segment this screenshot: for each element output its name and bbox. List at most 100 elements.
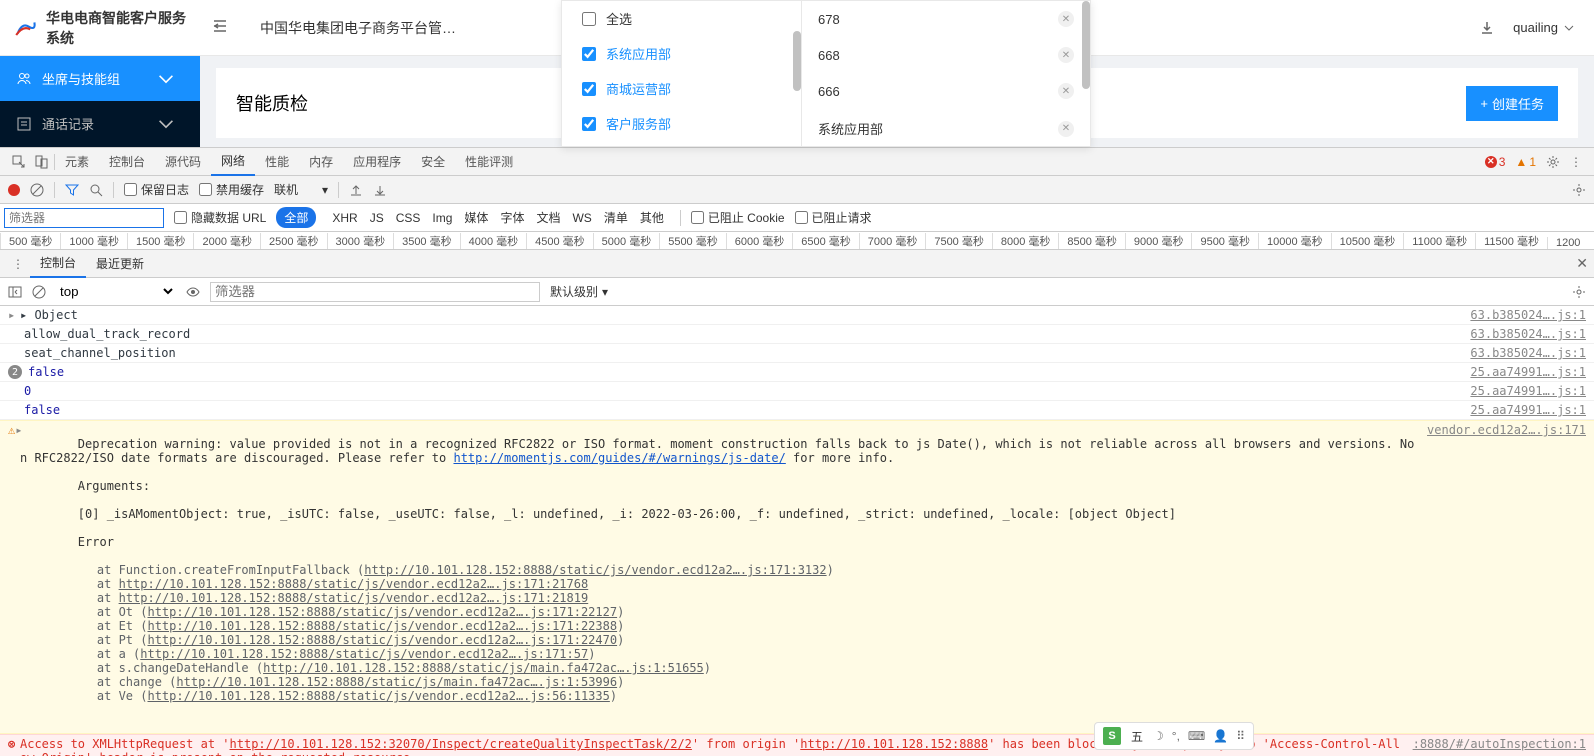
sidebar-item-call-log[interactable]: 通话记录: [0, 101, 200, 146]
link[interactable]: http://10.101.128.152:8888/static/js/mai…: [176, 675, 617, 689]
log-level-select[interactable]: 默认级别 ▾: [550, 283, 608, 300]
devtools-tab-内存[interactable]: 内存: [299, 148, 343, 176]
user-menu[interactable]: quailing: [1513, 20, 1574, 35]
context-select[interactable]: top: [56, 283, 176, 300]
filter-type[interactable]: 其他: [634, 211, 670, 225]
download-icon[interactable]: [373, 183, 387, 197]
devtools-tab-性能评测[interactable]: 性能评测: [455, 148, 523, 176]
clear-console-icon[interactable]: [32, 285, 46, 299]
source-link[interactable]: 25.aa74991….js:1: [1460, 403, 1586, 417]
dropdown-item[interactable]: 商城运营部: [562, 71, 801, 106]
drawer-close-button[interactable]: ✕: [1576, 255, 1588, 272]
moon-icon[interactable]: ☽: [1153, 729, 1164, 743]
record-button[interactable]: [8, 184, 20, 196]
source-link[interactable]: 25.aa74991….js:1: [1460, 384, 1586, 398]
preserve-log-checkbox[interactable]: 保留日志: [124, 181, 189, 198]
download-icon[interactable]: [1479, 20, 1495, 36]
create-task-button[interactable]: + 创建任务: [1466, 86, 1558, 121]
devtools-tab-应用程序[interactable]: 应用程序: [343, 148, 411, 176]
link[interactable]: http://10.101.128.152:8888/static/js/ven…: [119, 591, 589, 605]
network-timeline[interactable]: 500 毫秒1000 毫秒1500 毫秒2000 毫秒2500 毫秒3000 毫…: [0, 232, 1594, 250]
devtools-tab-控制台[interactable]: 控制台: [99, 148, 155, 176]
disable-cache-checkbox[interactable]: 禁用缓存: [199, 181, 264, 198]
source-link[interactable]: 63.b385024….js:1: [1460, 327, 1586, 341]
devtools-tab-源代码[interactable]: 源代码: [155, 148, 211, 176]
grid-icon[interactable]: ⠿: [1236, 729, 1245, 743]
link[interactable]: http://10.101.128.152:8888/static/js/ven…: [147, 619, 617, 633]
device-toggle-icon[interactable]: [34, 155, 48, 169]
drawer-tab[interactable]: 控制台: [30, 250, 86, 278]
more-icon[interactable]: ⋮: [1570, 155, 1582, 169]
ime-toolbar[interactable]: S 五 ☽ °, ⌨ 👤 ⠿: [1094, 722, 1254, 750]
keyboard-icon[interactable]: ⌨: [1188, 729, 1205, 743]
eye-icon[interactable]: [186, 285, 200, 299]
devtools-tab-性能[interactable]: 性能: [255, 148, 299, 176]
link[interactable]: http://10.101.128.152:8888/static/js/ven…: [364, 563, 826, 577]
filter-type[interactable]: CSS: [390, 211, 427, 225]
clear-icon[interactable]: [30, 183, 44, 197]
source-link[interactable]: 63.b385024….js:1: [1460, 346, 1586, 360]
blocked-requests-checkbox[interactable]: 已阻止请求: [795, 209, 872, 226]
link[interactable]: http://10.101.128.152:8888/static/js/ven…: [119, 577, 589, 591]
scrollbar[interactable]: [1082, 1, 1090, 89]
remove-tag-button[interactable]: ✕: [1058, 83, 1074, 99]
upload-icon[interactable]: [349, 183, 363, 197]
warn-count-badge[interactable]: ▲1: [1515, 155, 1536, 169]
gear-icon[interactable]: [1572, 183, 1586, 197]
hide-data-urls-checkbox[interactable]: 隐藏数据 URL: [174, 209, 266, 226]
comma-icon[interactable]: °,: [1172, 729, 1180, 743]
filter-type[interactable]: 清单: [598, 211, 634, 225]
filter-input[interactable]: [4, 208, 164, 228]
source-link[interactable]: 25.aa74991….js:1: [1460, 365, 1586, 379]
person-icon[interactable]: 👤: [1213, 729, 1228, 743]
drawer-tab[interactable]: 最近更新: [86, 250, 154, 278]
devtools-tab-元素[interactable]: 元素: [55, 148, 99, 176]
dropdown-item[interactable]: 系统应用部: [562, 36, 801, 71]
dropdown-item-select-all[interactable]: 全选: [562, 1, 801, 36]
link[interactable]: http://10.101.128.152:8888/static/js/ven…: [147, 689, 609, 703]
sidebar-toggle-icon[interactable]: [8, 285, 22, 299]
inspect-icon[interactable]: [12, 155, 26, 169]
filter-type[interactable]: 字体: [494, 211, 530, 225]
blocked-cookies-checkbox[interactable]: 已阻止 Cookie: [691, 209, 785, 226]
gear-icon[interactable]: [1546, 155, 1560, 169]
filter-type-all[interactable]: 全部: [276, 207, 316, 228]
error-count-badge[interactable]: ✕3: [1485, 155, 1506, 169]
filter-type[interactable]: 文档: [530, 211, 566, 225]
devtools-tab-网络[interactable]: 网络: [211, 148, 255, 176]
checkbox[interactable]: [582, 12, 596, 26]
sidebar-item-seats[interactable]: 坐席与技能组: [0, 56, 200, 101]
filter-type[interactable]: JS: [364, 211, 390, 225]
remove-tag-button[interactable]: ✕: [1058, 121, 1074, 137]
devtools-tab-安全[interactable]: 安全: [411, 148, 455, 176]
source-link[interactable]: :8888/#/autoInspection:1: [1403, 737, 1586, 751]
link[interactable]: http://10.101.128.152:32070/Inspect/crea…: [230, 737, 692, 751]
filter-type[interactable]: XHR: [326, 211, 363, 225]
drawer-menu-icon[interactable]: ⋮: [6, 257, 30, 271]
throttle-select[interactable]: 联机▾: [274, 181, 328, 198]
link[interactable]: http://10.101.128.152:8888/static/js/ven…: [140, 647, 588, 661]
source-link[interactable]: 63.b385024….js:1: [1460, 308, 1586, 322]
console-filter-input[interactable]: [210, 282, 540, 302]
sidebar-collapse-button[interactable]: [200, 18, 240, 37]
scrollbar[interactable]: [793, 31, 801, 91]
checkbox[interactable]: [582, 47, 596, 61]
filter-type[interactable]: WS: [566, 211, 597, 225]
filter-type[interactable]: 媒体: [458, 211, 494, 225]
ime-mode[interactable]: 五: [1131, 728, 1143, 745]
source-link[interactable]: vendor.ecd12a2….js:171: [1417, 423, 1586, 437]
dropdown-item[interactable]: 客户服务部: [562, 106, 801, 141]
filter-type[interactable]: Img: [426, 211, 458, 225]
link[interactable]: http://10.101.128.152:8888: [800, 737, 988, 751]
gear-icon[interactable]: [1572, 285, 1586, 299]
checkbox[interactable]: [582, 117, 596, 131]
remove-tag-button[interactable]: ✕: [1058, 47, 1074, 63]
checkbox[interactable]: [582, 82, 596, 96]
filter-icon[interactable]: [65, 183, 79, 197]
remove-tag-button[interactable]: ✕: [1058, 11, 1074, 27]
link[interactable]: http://10.101.128.152:8888/static/js/ven…: [147, 633, 617, 647]
link[interactable]: http://momentjs.com/guides/#/warnings/js…: [453, 451, 785, 465]
link[interactable]: http://10.101.128.152:8888/static/js/mai…: [263, 661, 704, 675]
search-icon[interactable]: [89, 183, 103, 197]
link[interactable]: http://10.101.128.152:8888/static/js/ven…: [147, 605, 617, 619]
